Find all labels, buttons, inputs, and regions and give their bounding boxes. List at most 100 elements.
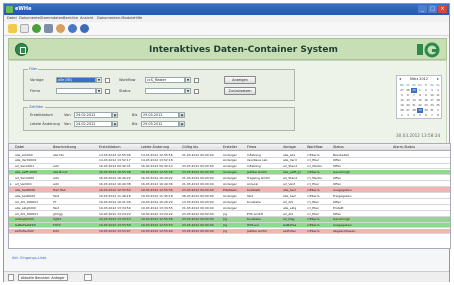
von-label: Von — [64, 113, 71, 117]
table-cell: 19.03.2012 13:55:00 — [141, 229, 173, 234]
table-row[interactable]: alle_Sad0000 Test 19.03.2012 11:46:18 19.03… — [9, 193, 450, 199]
help-icon[interactable] — [80, 24, 89, 33]
table-cell: Offen — [333, 199, 342, 204]
calendar-icon[interactable]: ▦ — [112, 112, 118, 118]
user-icon[interactable] — [56, 24, 65, 33]
search-icon[interactable] — [68, 24, 77, 33]
menu-item-dokumenten-module[interactable]: Dokumenten-Module — [97, 16, 134, 20]
table-cell: alle_Verd — [283, 158, 297, 163]
column-header[interactable]: Gültig bis — [182, 145, 198, 149]
column-header[interactable]: Firma — [247, 145, 256, 149]
current-user-button[interactable]: Aktuelle Benutzer: Anlieger — [18, 274, 68, 281]
calendar-next-icon[interactable]: ▸ — [437, 76, 439, 82]
vorlage-checkbox[interactable] — [105, 77, 110, 83]
table-cell: sinEsTau — [283, 229, 296, 234]
minimize-button[interactable]: _ — [418, 5, 427, 13]
table-cell: Jrg — [223, 223, 227, 228]
column-header[interactable]: Beschreibung — [53, 145, 76, 149]
column-header[interactable]: Letzte Änderung — [141, 145, 169, 149]
menu-item-stammdaten[interactable]: Stammdaten — [40, 16, 63, 20]
maximize-button[interactable]: □ — [428, 5, 437, 13]
filter-panel: Filter Vorlage alle (IIII) ▼ Firma ▼ Wor… — [8, 60, 447, 154]
calendar-day[interactable]: 8 — [435, 113, 441, 118]
table-row[interactable]: alle_Sad0000 Hail Hail 19.03.2012 12:53:53… — [9, 187, 450, 194]
menu-item-datei[interactable]: Datei — [7, 16, 17, 20]
table-cell: Anderger — [223, 182, 237, 187]
status-checkbox[interactable] — [194, 88, 199, 94]
status-toggle-button[interactable] — [8, 274, 14, 281]
table-cell: Genehmigt — [333, 170, 350, 175]
home-icon[interactable] — [15, 43, 28, 56]
table-row[interactable]: GaBeFeaNrS0 FGT2 19.03.2012 13:53:58 19.03.… — [9, 222, 450, 229]
print-icon[interactable] — [44, 24, 53, 33]
calendar-icon[interactable]: ▦ — [179, 121, 185, 127]
table-cell: crl_Medon — [307, 164, 323, 169]
status-select[interactable] — [145, 88, 185, 94]
menu-item-hilfe[interactable]: Hilfe — [134, 16, 142, 20]
anzeigen-button[interactable]: Anzeigen — [224, 76, 256, 84]
table-cell: Anderger — [223, 176, 237, 181]
calendar-icon[interactable]: ▦ — [179, 112, 185, 118]
erstell-von-field[interactable]: 24.02.2012 — [74, 112, 112, 118]
status-bar: Aktuelle Benutzer: Anlieger — [4, 271, 449, 282]
status-extra-button[interactable] — [84, 274, 92, 281]
chevron-down-icon[interactable]: ▼ — [185, 77, 191, 83]
table-cell: 19.03.2012 13:53:07 — [99, 229, 131, 234]
status-link[interactable]: Akt. Eingangs-Liste — [12, 256, 47, 260]
menu-item-dokumente[interactable]: Dokumente — [19, 16, 40, 20]
table-row[interactable]: arl_Ahl_000001 ghhgg 19.03.2012 13:24:22 19… — [9, 211, 450, 217]
calendar[interactable]: ◂ März 2012 ▸ Mo Di Mi Do Fr Sa So 27 28 29 1 2 3 4 5 6… — [396, 75, 442, 119]
zuruecksetzen-button[interactable]: Zurücksetzen — [224, 87, 256, 95]
bis-label: Bis — [132, 122, 138, 126]
column-header[interactable]: Erstelldatum — [99, 145, 121, 149]
chevron-down-icon[interactable]: ▼ — [185, 88, 191, 94]
table-row[interactable]: alle_aeffl 2000 alle Broot 16.03.2012 10:5… — [9, 169, 450, 176]
table-cell: Jakllbe Gmbh — [247, 229, 267, 234]
letzte-aenderung-label: Letzte Änderung — [30, 122, 60, 126]
column-header[interactable]: Datei — [15, 145, 24, 149]
table-cell: Jrg — [223, 211, 227, 216]
column-header[interactable]: Alarm-Status — [393, 145, 415, 149]
column-header[interactable]: Status — [333, 145, 344, 149]
aenderung-bis-field[interactable]: 29.03.2012 — [141, 121, 179, 127]
calendar-icon[interactable]: ▦ — [112, 121, 118, 127]
table-cell: Test — [53, 193, 59, 198]
table-cell: crEberrs — [307, 223, 320, 228]
wizard-icon[interactable] — [8, 24, 17, 33]
table-row[interactable]: alle_ssh000 alle Hin 14.03.2012 12:55:46 14… — [9, 152, 450, 158]
table-row[interactable]: arl_Sansl001 arbl 16.03.2012 09:40:31 16.03… — [9, 163, 450, 170]
firma-select[interactable] — [56, 88, 96, 94]
chevron-down-icon[interactable]: ▼ — [96, 88, 102, 94]
table-cell: Jakllbe Gmbh — [247, 170, 267, 175]
table-cell: crl_Eber — [307, 199, 320, 204]
column-header[interactable]: Vorlage — [283, 145, 296, 149]
table-row[interactable]: alle_aklg0000 Test 19.03.2012 13:34:50 19.0… — [9, 205, 450, 211]
table-row[interactable]: ▸ arl_Verl001 arbl 16.03.2012 16:49:38 16.03… — [9, 181, 450, 188]
table-cell: Kunstalle — [247, 199, 261, 204]
table-cell: alle_aeffl_pr — [283, 170, 302, 175]
table-row[interactable]: arl_Ahl_000001 TT 19.03.2012 10:21:46 19.03… — [9, 199, 450, 205]
workflow-select[interactable]: ccS_Master — [145, 77, 185, 83]
vorlage-select[interactable]: alle (IIII) — [56, 77, 96, 83]
firma-checkbox[interactable] — [105, 88, 110, 94]
column-header[interactable]: Ersteller — [223, 145, 237, 149]
menu-item-ansicht[interactable]: Ansicht — [80, 16, 93, 20]
document-icon[interactable] — [20, 24, 29, 33]
table-row[interactable]: alle_Vertl0001 14.03.2012 13:52:17 14.03.2… — [9, 157, 450, 164]
workflow-checkbox[interactable] — [194, 77, 199, 83]
row-selector-icon: ▸ — [10, 181, 12, 186]
close-button[interactable]: × — [438, 5, 447, 13]
current-datetime: 30.03.2012 13:58:34 — [396, 133, 441, 138]
aenderung-von-field[interactable]: 24.02.2012 — [74, 121, 112, 127]
table-row[interactable]: sinEsTauS00 Ddd 19.03.2012 13:53:07 19.03.2… — [9, 228, 450, 235]
table-row[interactable]: arlDagt0003 hgfz1 19.03.2012 13:34:53 19.03… — [9, 216, 450, 223]
table-cell: arl_Ahl — [283, 199, 294, 204]
refresh-icon[interactable] — [32, 24, 41, 33]
table-row[interactable]: arl_Sansl000 arbl 16.03.2012 16:49:22 16.03… — [9, 175, 450, 182]
chevron-down-icon[interactable]: ▼ — [96, 77, 102, 83]
menu-item-berichte[interactable]: Berichte — [63, 16, 78, 20]
column-header[interactable]: Workflow — [307, 145, 323, 149]
table-cell: 19.03.2012 13:34:55 — [141, 205, 173, 210]
erstell-bis-field[interactable]: 29.03.2012 — [141, 112, 179, 118]
table-cell: GaBeFeaNrS0 — [15, 223, 36, 228]
